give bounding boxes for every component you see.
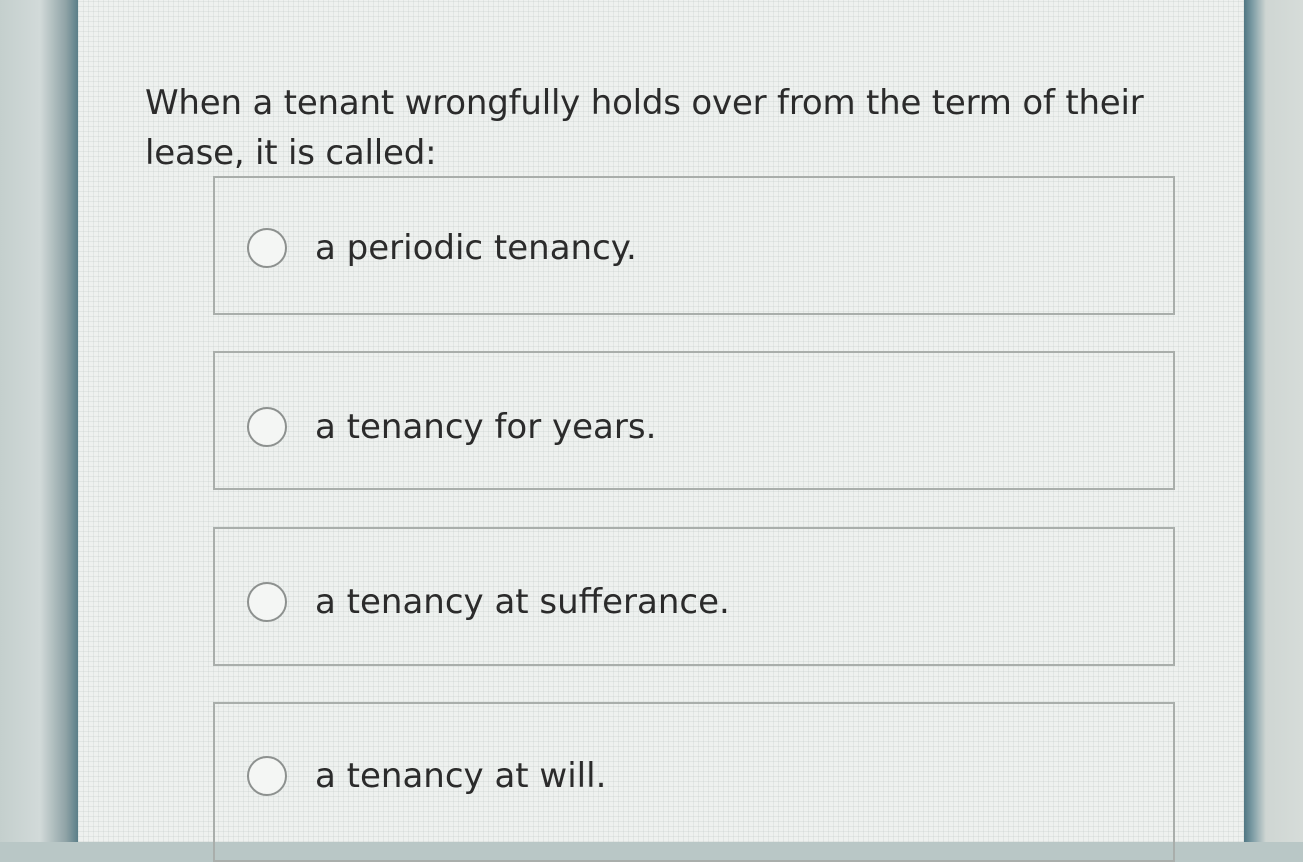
answer-option-label: a periodic tenancy. xyxy=(315,228,637,268)
answer-option-tenancy-at-sufferance[interactable]: a tenancy at sufferance. xyxy=(213,527,1175,666)
radio-button-icon[interactable] xyxy=(247,228,287,268)
radio-button-icon[interactable] xyxy=(247,756,287,796)
answer-option-label: a tenancy for years. xyxy=(315,407,657,447)
question-text: When a tenant wrongfully holds over from… xyxy=(145,83,1144,173)
answer-option-tenancy-for-years[interactable]: a tenancy for years. xyxy=(213,351,1175,490)
answer-option-label: a tenancy at will. xyxy=(315,756,607,796)
left-frame-edge xyxy=(0,0,78,842)
answer-option-periodic-tenancy[interactable]: a periodic tenancy. xyxy=(213,176,1175,315)
radio-button-icon[interactable] xyxy=(247,407,287,447)
radio-button-icon[interactable] xyxy=(247,582,287,622)
right-frame-edge xyxy=(1244,0,1303,842)
question-panel: When a tenant wrongfully holds over from… xyxy=(78,0,1244,862)
answer-option-tenancy-at-will[interactable]: a tenancy at will. xyxy=(213,702,1175,862)
answer-option-label: a tenancy at sufferance. xyxy=(315,582,730,622)
